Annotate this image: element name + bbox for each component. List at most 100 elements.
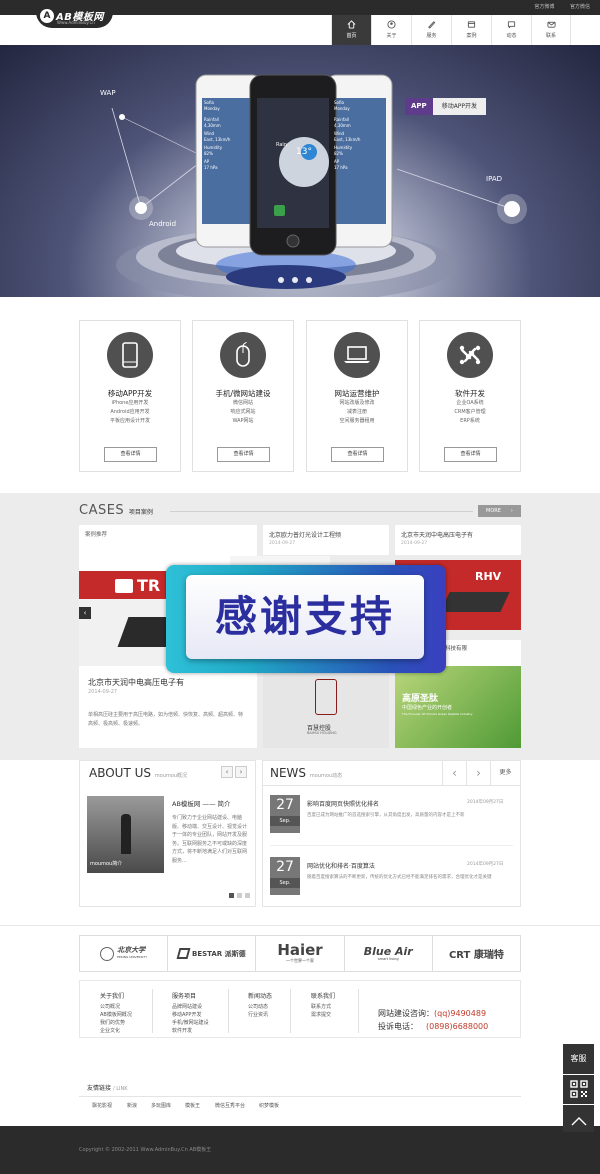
footer-link[interactable]: 需求提交: [311, 1011, 335, 1019]
news-more-link[interactable]: 更多: [490, 761, 520, 785]
chevron-up-icon: [571, 1117, 586, 1126]
footer-col: 联系我们 联系方式 需求提交: [311, 993, 335, 1019]
nav-home[interactable]: 首页: [331, 15, 371, 45]
about-next-icon[interactable]: ›: [235, 766, 247, 778]
slider-prev-icon[interactable]: ‹: [79, 607, 91, 619]
copyright: Copyright © 2002-2011 Www.AdminBuy.Cn AB…: [79, 1147, 212, 1153]
nav-news[interactable]: 动态: [491, 15, 531, 45]
footer-col-head[interactable]: 服务项目: [172, 993, 209, 1001]
chevron-right-icon: ›: [510, 508, 513, 514]
footer-link[interactable]: 联系方式: [311, 1003, 335, 1011]
official-weibo-link[interactable]: 官方微博: [534, 4, 554, 10]
friend-link[interactable]: 织梦模板: [259, 1102, 279, 1109]
logo[interactable]: A AB模板网 Www.AdminBuy.Cn: [36, 6, 113, 28]
laptop-icon: [334, 332, 380, 378]
nav-cases-label: 案例: [466, 33, 477, 39]
service-line[interactable]: 网站改版及修改: [307, 399, 407, 408]
nav-service[interactable]: 服务: [411, 15, 451, 45]
news-prev-icon[interactable]: ‹: [442, 761, 466, 785]
footer-link[interactable]: 行业资讯: [248, 1011, 272, 1019]
service-line[interactable]: 微信网站: [193, 399, 293, 408]
friend-link[interactable]: 飘花影视: [92, 1102, 112, 1109]
service-line[interactable]: 企业OA系统: [420, 399, 520, 408]
friend-link[interactable]: 模板王: [185, 1102, 200, 1109]
friend-link[interactable]: 新浪: [127, 1102, 137, 1109]
nav-service-label: 服务: [426, 33, 437, 39]
friend-links-heading: 友情链接 / LINK: [87, 1083, 128, 1092]
friend-title: 友情链接: [87, 1085, 112, 1092]
service-title: 移动APP开发: [107, 389, 153, 398]
service-line[interactable]: 减表注册: [307, 408, 407, 417]
slider-dot[interactable]: [292, 277, 298, 283]
footer-link[interactable]: AB模板网概况: [100, 1011, 132, 1019]
slider-dot[interactable]: [306, 277, 312, 283]
partner-logo[interactable]: Blue Air smart living: [345, 936, 433, 971]
partner-logo[interactable]: Haier 一个世界一个家: [256, 936, 345, 971]
news-item-title[interactable]: 网站优化和排名·百度算法: [307, 861, 375, 870]
case-card[interactable]: 北京欧力普灯光设计工程频 2014-09-27: [263, 525, 389, 555]
about-subtitle: moumou概况: [154, 773, 188, 779]
partner-logo[interactable]: CRT 康瑞特: [433, 936, 520, 971]
friend-link[interactable]: 多玩图库: [151, 1102, 171, 1109]
footer-link[interactable]: 移动APP开发: [172, 1011, 209, 1019]
service-line[interactable]: Android应用开发: [80, 408, 180, 417]
cases-more-button[interactable]: MORE ›: [478, 505, 521, 517]
nav-contact[interactable]: 联系: [531, 15, 571, 45]
service-line[interactable]: ERP系统: [420, 417, 520, 426]
baihui-sub: BAIHUI HOLDING: [307, 731, 337, 735]
service-line[interactable]: 平板应用设计开发: [80, 417, 180, 426]
service-line[interactable]: CRM客户管理: [420, 408, 520, 417]
footer-link[interactable]: 公司概况: [100, 1003, 132, 1011]
news-item-title[interactable]: 影响百度网页快照优化排名: [307, 799, 379, 808]
footer-col-head[interactable]: 新闻动态: [248, 993, 272, 1001]
service-line[interactable]: WAP网站: [193, 417, 293, 426]
footer-col-head[interactable]: 关于我们: [100, 993, 132, 1001]
footer-link[interactable]: 公司动态: [248, 1003, 272, 1011]
baihui-logo-icon: [315, 679, 337, 715]
app-badge[interactable]: APP 移动APP开发: [405, 98, 487, 115]
footer-divider: [358, 989, 359, 1033]
view-details-button[interactable]: 查看详情: [104, 447, 157, 462]
nav-about[interactable]: 关于: [371, 15, 411, 45]
case-thumb-baihui[interactable]: 百慧控股 BAIHUI HOLDING: [263, 665, 389, 748]
about-img-caption: moumou简介: [90, 861, 123, 867]
service-line[interactable]: 响应式网站: [193, 408, 293, 417]
thanks-overlay[interactable]: 感谢支持: [166, 565, 446, 673]
consult-value[interactable]: (qq)9490489: [434, 1009, 486, 1018]
service-line[interactable]: iPhone应用开发: [80, 399, 180, 408]
footer-link[interactable]: 手机/微网站建设: [172, 1019, 209, 1027]
partner-logo[interactable]: 北京大学 PEKING UNIVERSITY: [80, 936, 169, 971]
service-line[interactable]: 空间服务器租用: [307, 417, 407, 426]
footer-link[interactable]: 企业文化: [100, 1027, 132, 1035]
official-wechat-link[interactable]: 官方微信: [570, 4, 590, 10]
back-to-top-button[interactable]: [563, 1105, 594, 1132]
app-badge-long: 移动APP开发: [432, 98, 487, 115]
about-dot[interactable]: [237, 893, 242, 898]
news-next-icon[interactable]: ›: [466, 761, 490, 785]
about-prev-icon[interactable]: ‹: [221, 766, 233, 778]
friend-divider: [79, 1096, 521, 1097]
customer-service-button[interactable]: 客服: [563, 1044, 594, 1074]
footer-col-head[interactable]: 联系我们: [311, 993, 335, 1001]
hero-wap-label: WAP: [100, 89, 116, 97]
nav-cases[interactable]: 案例: [451, 15, 491, 45]
slider-dot[interactable]: [278, 277, 284, 283]
service-title: 网站运营维护: [334, 389, 380, 398]
partner-logo[interactable]: BESTAR 派斯德: [168, 936, 257, 971]
view-details-button[interactable]: 查看详情: [444, 447, 497, 462]
qr-code-button[interactable]: [563, 1075, 594, 1104]
footer-link[interactable]: 我们的优势: [100, 1019, 132, 1027]
partner-name: CRT 康瑞特: [448, 950, 504, 961]
view-details-button[interactable]: 查看详情: [331, 447, 384, 462]
customer-service-label: 客服: [570, 1054, 587, 1063]
case-thumb-green[interactable]: 高原圣肽 中国绿色产业的开创者 The Founder Of China's G…: [395, 666, 521, 748]
case-card-title: 北京市天润中电高压电子有: [401, 532, 474, 539]
about-dot[interactable]: [229, 893, 234, 898]
friend-link[interactable]: 微信互秀平台: [215, 1102, 245, 1109]
footer-link[interactable]: 品牌网站建设: [172, 1003, 209, 1011]
view-details-button[interactable]: 查看详情: [217, 447, 270, 462]
about-dot[interactable]: [245, 893, 250, 898]
case-card[interactable]: 北京市天润中电高压电子有 2014-09-27: [395, 525, 521, 555]
page: 官方微博 官方微信 A AB模板网 Www.AdminBuy.Cn 首页 关于 …: [0, 0, 600, 1174]
footer-link[interactable]: 软件开发: [172, 1027, 209, 1035]
